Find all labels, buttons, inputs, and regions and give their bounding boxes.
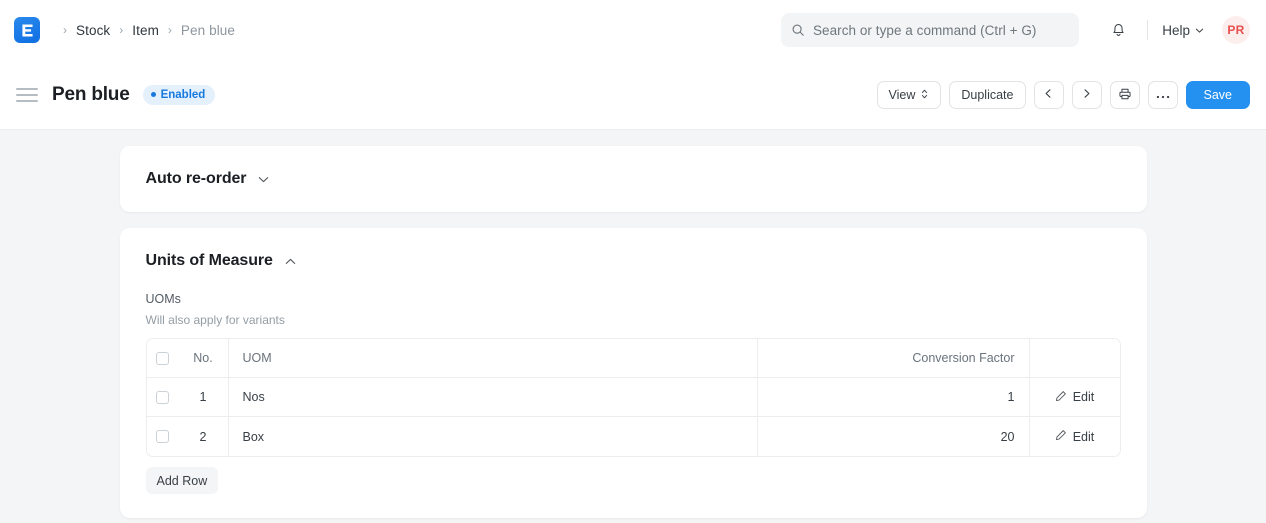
uoms-field-label: UOMs [146, 292, 1121, 306]
bell-icon[interactable] [1103, 15, 1133, 45]
print-button[interactable] [1110, 81, 1140, 109]
help-label: Help [1162, 23, 1190, 38]
breadcrumb-separator: › [119, 24, 123, 36]
previous-button[interactable] [1034, 81, 1064, 109]
row-conversion-factor[interactable]: 1 [758, 378, 1030, 416]
row-edit-label: Edit [1073, 430, 1095, 444]
printer-icon [1118, 87, 1132, 104]
row-checkbox-cell [147, 417, 179, 456]
chevron-up-down-icon [920, 88, 929, 103]
row-uom[interactable]: Box [229, 417, 758, 456]
next-button[interactable] [1072, 81, 1102, 109]
column-header-conversion-factor: Conversion Factor [758, 339, 1030, 377]
chevron-down-icon[interactable] [257, 173, 270, 186]
section-units-of-measure-title: Units of Measure [146, 252, 273, 270]
page-body: Auto re-order Units of Measure UOMs Will… [0, 130, 1266, 523]
status-badge[interactable]: Enabled [143, 85, 216, 105]
chevron-right-icon [1081, 88, 1092, 102]
uoms-field-description: Will also apply for variants [146, 313, 1121, 327]
row-checkbox-cell [147, 378, 179, 416]
section-units-of-measure-header[interactable]: Units of Measure [146, 252, 1121, 270]
column-header-no: No. [179, 339, 229, 377]
avatar[interactable]: PR [1222, 16, 1250, 44]
page-title: Pen blue [52, 84, 130, 106]
save-button[interactable]: Save [1186, 81, 1251, 109]
status-badge-label: Enabled [161, 89, 206, 101]
table-row[interactable]: 2 Box 20 Edit [147, 417, 1120, 456]
column-header-uom: UOM [229, 339, 758, 377]
row-uom[interactable]: Nos [229, 378, 758, 416]
hamburger-menu-icon[interactable] [14, 82, 40, 108]
row-edit-label: Edit [1073, 390, 1095, 404]
page-header: Pen blue Enabled View Duplicate [0, 60, 1266, 130]
ellipsis-icon [1156, 88, 1170, 102]
table-header-row: No. UOM Conversion Factor [147, 339, 1120, 378]
row-checkbox[interactable] [156, 430, 169, 443]
breadcrumb-separator: › [63, 24, 67, 36]
erpnext-logo-icon[interactable] [14, 17, 40, 43]
row-edit-button[interactable]: Edit [1030, 378, 1120, 416]
search-bar[interactable] [781, 13, 1079, 47]
breadcrumb: › Stock › Item › Pen blue [54, 23, 235, 38]
row-edit-button[interactable]: Edit [1030, 417, 1120, 456]
section-auto-reorder: Auto re-order [120, 146, 1147, 212]
page-header-actions: View Duplicate [877, 60, 1251, 130]
select-all-checkbox-cell [147, 339, 179, 377]
section-auto-reorder-header[interactable]: Auto re-order [146, 170, 1121, 188]
chevron-left-icon [1043, 88, 1054, 102]
row-no: 1 [179, 378, 229, 416]
add-row-button[interactable]: Add Row [146, 467, 219, 494]
navbar-right-actions: Help PR [1103, 0, 1250, 60]
status-dot-icon [151, 92, 156, 97]
breadcrumb-item-item[interactable]: Item [132, 23, 159, 38]
pencil-icon [1055, 390, 1067, 405]
search-input[interactable] [813, 23, 1069, 38]
top-navbar: › Stock › Item › Pen blue Help [0, 0, 1266, 60]
breadcrumb-item-stock[interactable]: Stock [76, 23, 110, 38]
chevron-up-icon[interactable] [284, 255, 297, 268]
table-row[interactable]: 1 Nos 1 Edit [147, 378, 1120, 417]
help-menu[interactable]: Help [1162, 23, 1204, 38]
column-header-actions [1030, 339, 1120, 377]
more-options-button[interactable] [1148, 81, 1178, 109]
view-button[interactable]: View [877, 81, 942, 109]
view-button-label: View [889, 88, 916, 102]
duplicate-button[interactable]: Duplicate [949, 81, 1025, 109]
section-units-of-measure: Units of Measure UOMs Will also apply fo… [120, 228, 1147, 518]
section-auto-reorder-title: Auto re-order [146, 170, 247, 188]
search-icon [791, 23, 805, 37]
breadcrumb-item-current: Pen blue [181, 23, 235, 38]
row-conversion-factor[interactable]: 20 [758, 417, 1030, 456]
navbar-divider [1147, 20, 1148, 40]
uoms-grid-table: No. UOM Conversion Factor 1 Nos 1 [146, 338, 1121, 457]
breadcrumb-separator: › [168, 24, 172, 36]
pencil-icon [1055, 429, 1067, 444]
select-all-checkbox[interactable] [156, 352, 169, 365]
row-checkbox[interactable] [156, 391, 169, 404]
row-no: 2 [179, 417, 229, 456]
chevron-down-icon [1195, 23, 1204, 38]
